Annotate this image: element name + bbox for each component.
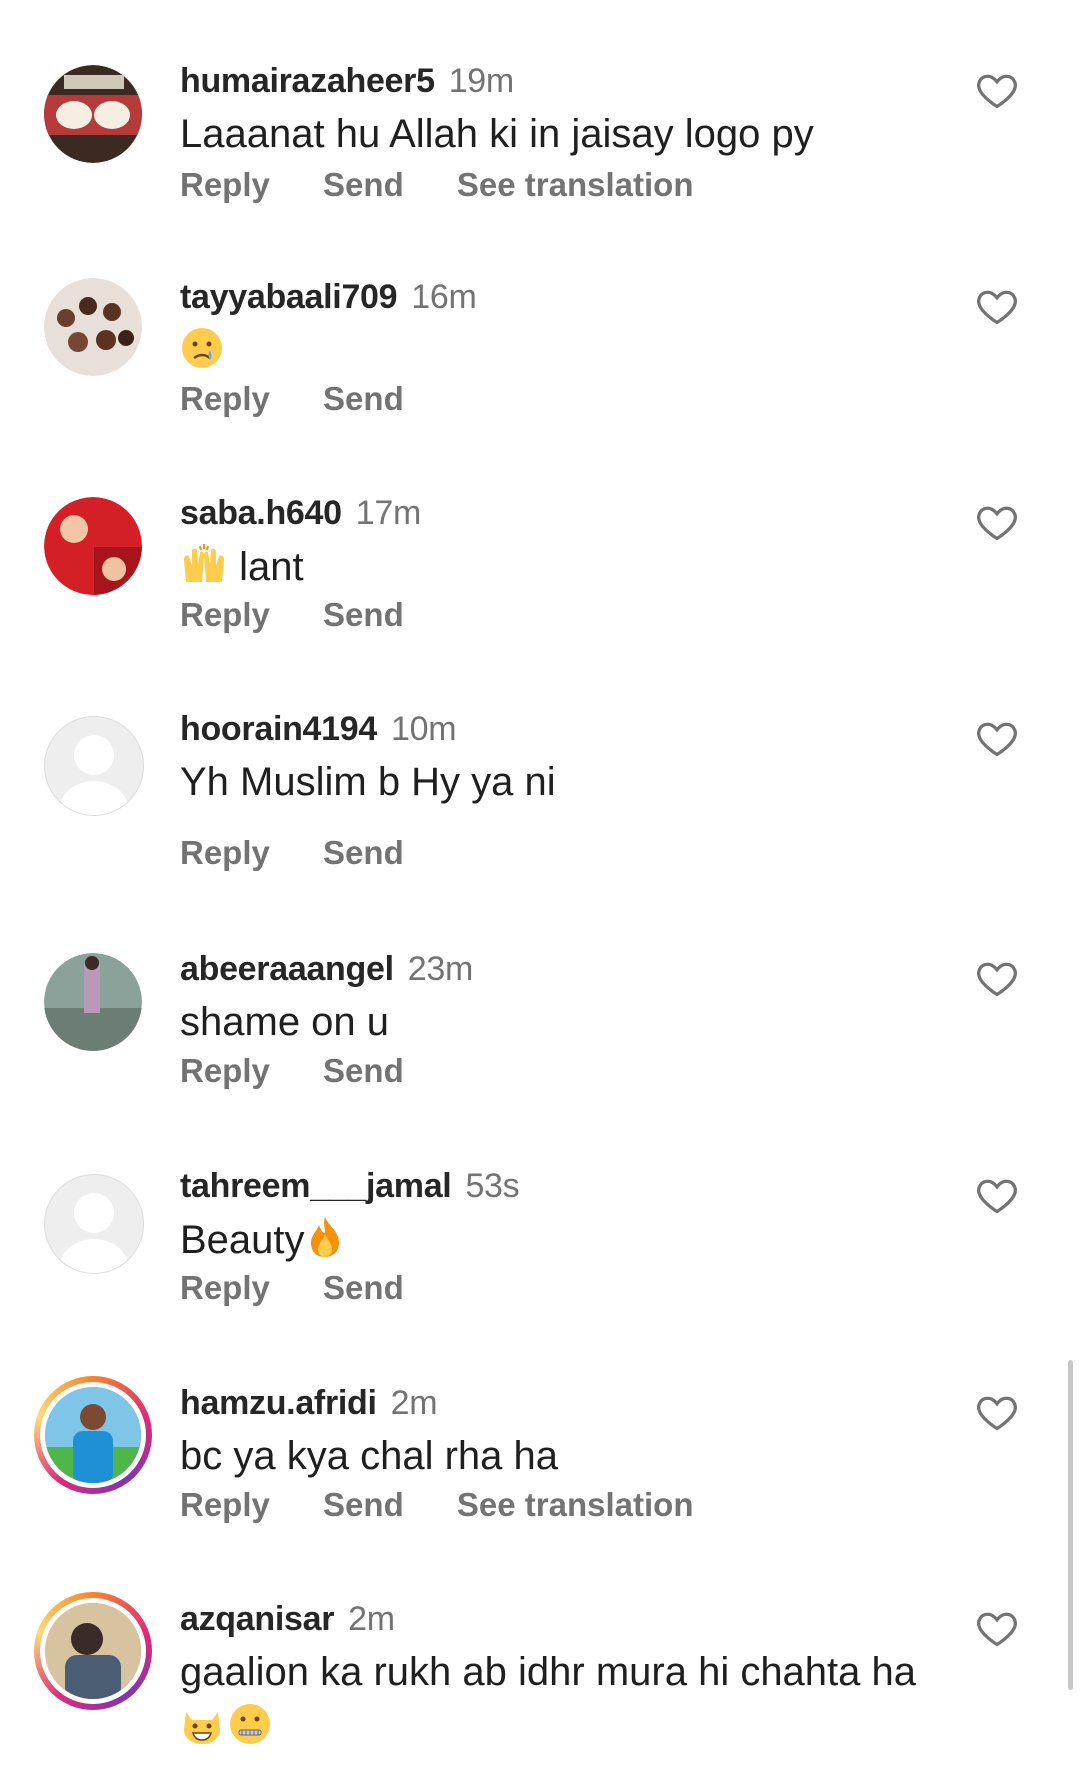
comment-username[interactable]: azqanisar 2m: [180, 1600, 395, 1639]
see-translation-button[interactable]: See translation: [457, 1486, 694, 1523]
raising-hands-icon: [184, 544, 224, 582]
comment-text: lant: [180, 542, 304, 591]
comment-text-content: lant: [239, 545, 304, 589]
comment-actions: Reply Send: [180, 380, 448, 418]
comment-actions: Reply Send: [180, 1052, 448, 1090]
comment-time: 19m: [448, 62, 515, 100]
comment-time: 17m: [355, 494, 422, 532]
reply-button[interactable]: Reply: [180, 596, 270, 633]
heart-icon[interactable]: [975, 1390, 1019, 1434]
comment-username[interactable]: hoorain4194 10m: [180, 710, 457, 749]
heart-icon[interactable]: [975, 716, 1019, 760]
comment-text: Yh Muslim b Hy ya ni: [180, 760, 556, 804]
comment-text-content: Beauty: [180, 1218, 305, 1262]
comment-text: gaalion ka rukh ab idhr mura hi chahta h…: [180, 1650, 917, 1694]
send-button[interactable]: Send: [323, 380, 404, 417]
see-translation-button[interactable]: See translation: [457, 166, 694, 203]
grinning-cat-icon: [184, 1712, 220, 1744]
avatar[interactable]: [44, 953, 142, 1051]
comment-text: shame on u: [180, 1000, 390, 1044]
comment-username[interactable]: tayyabaali709 16m: [180, 278, 477, 317]
reply-button[interactable]: Reply: [180, 1486, 270, 1523]
comment-actions: Reply Send See translation: [180, 1486, 737, 1524]
comment-username[interactable]: hamzu.afridi 2m: [180, 1384, 438, 1423]
avatar[interactable]: [44, 716, 144, 816]
avatar[interactable]: [44, 497, 142, 595]
scrollbar[interactable]: [1068, 1360, 1073, 1690]
comment-time: 23m: [407, 950, 474, 988]
heart-icon[interactable]: [975, 284, 1019, 328]
send-button[interactable]: Send: [323, 166, 404, 203]
comment-time: 2m: [348, 1600, 395, 1638]
comment-text: Beauty: [180, 1215, 345, 1264]
heart-icon[interactable]: [975, 1606, 1019, 1650]
comment-actions: Reply Send: [180, 1269, 448, 1307]
reply-button[interactable]: Reply: [180, 166, 270, 203]
heart-icon[interactable]: [975, 956, 1019, 1000]
reply-button[interactable]: Reply: [180, 1052, 270, 1089]
send-button[interactable]: Send: [323, 1486, 404, 1523]
crying-face-icon: [182, 328, 222, 368]
comment-text: bc ya kya chal rha ha: [180, 1434, 558, 1478]
comment-text: [180, 326, 224, 375]
comment-actions: Reply Send: [180, 596, 448, 634]
send-button[interactable]: Send: [323, 834, 404, 871]
comment-actions: Reply Send See translation: [180, 166, 737, 204]
send-button[interactable]: Send: [323, 1269, 404, 1306]
avatar-with-story-ring[interactable]: [34, 1376, 152, 1494]
comment-username[interactable]: saba.h640 17m: [180, 494, 421, 533]
reply-button[interactable]: Reply: [180, 1269, 270, 1306]
avatar[interactable]: [44, 278, 142, 376]
send-button[interactable]: Send: [323, 596, 404, 633]
zipper-mouth-face-icon: [230, 1704, 271, 1744]
avatar-with-story-ring[interactable]: [34, 1592, 152, 1710]
comment-username[interactable]: abeeraaangel 23m: [180, 950, 473, 989]
comment-username[interactable]: tahreem___jamal 53s: [180, 1167, 520, 1206]
comment-time: 16m: [411, 278, 477, 316]
avatar[interactable]: [44, 1174, 144, 1274]
comment-time: 2m: [390, 1384, 438, 1422]
comment-actions: Reply Send: [180, 834, 448, 872]
heart-icon[interactable]: [975, 500, 1019, 544]
comment-time: 10m: [391, 710, 457, 748]
fire-icon: [310, 1217, 339, 1257]
heart-icon[interactable]: [975, 68, 1019, 112]
heart-icon[interactable]: [975, 1173, 1019, 1217]
reply-button[interactable]: Reply: [180, 834, 270, 871]
comment-text: Laaanat hu Allah ki in jaisay logo py: [180, 112, 814, 156]
send-button[interactable]: Send: [323, 1052, 404, 1089]
comment-username[interactable]: humairazaheer5 19m: [180, 62, 514, 101]
avatar[interactable]: [44, 65, 142, 163]
comment-time: 53s: [465, 1167, 520, 1205]
comment-emoji-row: [180, 1702, 272, 1746]
reply-button[interactable]: Reply: [180, 380, 270, 417]
